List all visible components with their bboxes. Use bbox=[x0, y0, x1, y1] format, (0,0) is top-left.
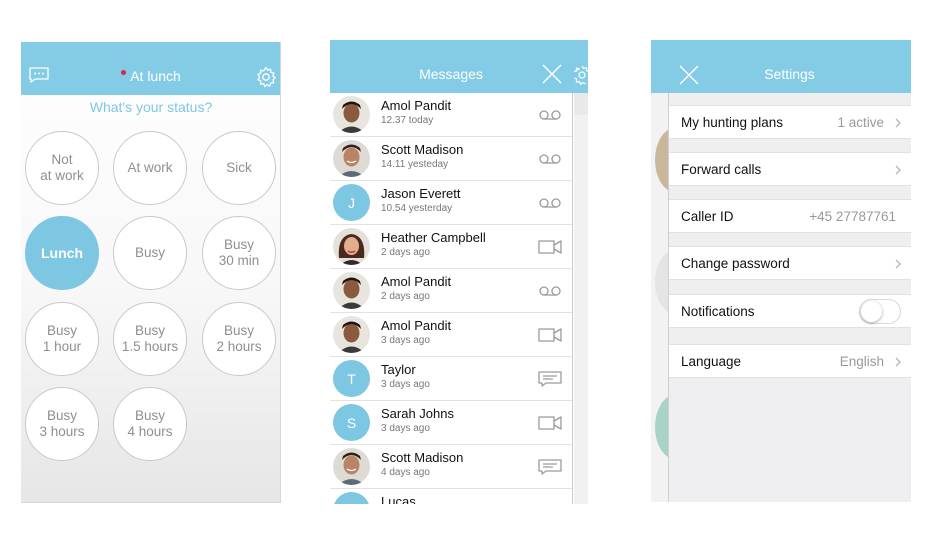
settings-row-notifications: Notifications bbox=[669, 294, 911, 328]
message-item[interactable]: Scott Madison 4 days ago bbox=[330, 445, 572, 489]
chevron-right-icon bbox=[895, 259, 901, 269]
status-option-busy[interactable]: Busy bbox=[113, 216, 187, 290]
message-sender: Amol Pandit bbox=[381, 274, 452, 289]
settings-row-caller-id[interactable]: Caller ID +45 27787761 bbox=[669, 199, 911, 233]
settings-row-forward-calls[interactable]: Forward calls bbox=[669, 152, 911, 186]
message-item[interactable]: Amol Pandit 12.37 today bbox=[330, 93, 572, 137]
messages-list: Amol Pandit 12.37 today Scott Madison 14… bbox=[330, 93, 573, 504]
settings-panel: My hunting plans 1 active Forward calls … bbox=[668, 93, 911, 502]
voicemail-icon bbox=[539, 110, 561, 120]
message-time: 3 days ago bbox=[381, 423, 430, 434]
message-icon bbox=[538, 371, 562, 387]
message-sender: Taylor bbox=[381, 362, 416, 377]
background-peek-bar bbox=[574, 93, 588, 115]
status-option-sick[interactable]: Sick bbox=[202, 131, 276, 205]
settings-label: Change password bbox=[681, 256, 790, 271]
messages-title: Messages bbox=[419, 66, 483, 82]
chevron-right-icon bbox=[895, 357, 901, 367]
settings-row-change-password[interactable]: Change password bbox=[669, 246, 911, 280]
message-item[interactable]: L Lucas bbox=[330, 489, 572, 504]
settings-label: Notifications bbox=[681, 304, 755, 319]
status-option-busy-4-hours[interactable]: Busy 4 hours bbox=[113, 387, 187, 461]
status-option-busy-3-hours[interactable]: Busy 3 hours bbox=[25, 387, 99, 461]
close-icon[interactable] bbox=[542, 64, 562, 84]
avatar: J bbox=[333, 184, 370, 221]
message-sender: Jason Everett bbox=[381, 186, 461, 201]
message-time: 2 days ago bbox=[381, 291, 430, 302]
message-sender: Amol Pandit bbox=[381, 98, 452, 113]
status-option-busy-2-hours[interactable]: Busy 2 hours bbox=[202, 302, 276, 376]
settings-label: Forward calls bbox=[681, 162, 762, 177]
status-dot bbox=[121, 70, 127, 75]
settings-screen: Settings My hunting plans 1 active Forwa… bbox=[651, 40, 911, 502]
status-title-text: At lunch bbox=[130, 68, 181, 84]
message-time: 2 days ago bbox=[381, 247, 430, 258]
message-time: 3 days ago bbox=[381, 335, 430, 346]
settings-row-hunting-plans[interactable]: My hunting plans 1 active bbox=[669, 105, 911, 139]
voicemail-icon bbox=[539, 198, 561, 208]
settings-topbar: Settings bbox=[651, 40, 911, 93]
message-sender: Scott Madison bbox=[381, 450, 464, 465]
avatar bbox=[333, 272, 370, 309]
status-title[interactable]: At lunch bbox=[21, 68, 280, 84]
message-item[interactable]: Amol Pandit 3 days ago bbox=[330, 313, 572, 357]
settings-label: Language bbox=[681, 354, 742, 369]
message-item[interactable]: Amol Pandit 2 days ago bbox=[330, 269, 572, 313]
notifications-toggle[interactable] bbox=[859, 299, 901, 324]
settings-value: 1 active bbox=[837, 115, 884, 130]
voicemail-icon bbox=[539, 286, 561, 296]
status-option-busy-30-min[interactable]: Busy 30 min bbox=[202, 216, 276, 290]
gear-icon bbox=[573, 65, 588, 85]
status-option-busy-1-hour[interactable]: Busy 1 hour bbox=[25, 302, 99, 376]
settings-value: English bbox=[839, 354, 884, 369]
settings-row-language[interactable]: Language English bbox=[669, 344, 911, 378]
message-time: 12.37 today bbox=[381, 115, 434, 126]
messages-topbar: Messages bbox=[330, 40, 588, 93]
status-option-at-work[interactable]: At work bbox=[113, 131, 187, 205]
settings-title: Settings bbox=[764, 66, 815, 82]
avatar: L bbox=[333, 492, 370, 504]
message-item[interactable]: Scott Madison 14.11 yesteday bbox=[330, 137, 572, 181]
settings-value: +45 27787761 bbox=[809, 209, 896, 224]
avatar: S bbox=[333, 404, 370, 441]
video-icon bbox=[538, 328, 562, 342]
message-item[interactable]: Heather Campbell 2 days ago bbox=[330, 225, 572, 269]
voicemail-icon bbox=[538, 503, 562, 504]
chevron-right-icon bbox=[895, 165, 901, 175]
toggle-knob bbox=[861, 301, 882, 322]
avatar bbox=[333, 140, 370, 177]
message-sender: Heather Campbell bbox=[381, 230, 486, 245]
status-question: What's your status? bbox=[89, 99, 213, 115]
status-option-not-at-work[interactable]: Not at work bbox=[25, 131, 99, 205]
avatar bbox=[333, 228, 370, 265]
messages-screen: Messages Amol Pandit 12.37 today Scott M… bbox=[330, 40, 588, 504]
message-time: 10.54 yesterday bbox=[381, 203, 453, 214]
gear-icon[interactable] bbox=[255, 66, 277, 88]
message-item[interactable]: J Jason Everett 10.54 yesterday bbox=[330, 181, 572, 225]
status-option-busy-1-5-hours[interactable]: Busy 1.5 hours bbox=[113, 302, 187, 376]
avatar bbox=[333, 448, 370, 485]
avatar: T bbox=[333, 360, 370, 397]
message-time: 4 days ago bbox=[381, 467, 430, 478]
message-sender: Lucas bbox=[381, 494, 416, 504]
message-sender: Amol Pandit bbox=[381, 318, 452, 333]
settings-label: Caller ID bbox=[681, 209, 734, 224]
voicemail-icon bbox=[539, 154, 561, 164]
status-option-lunch[interactable]: Lunch bbox=[25, 216, 99, 290]
settings-label: My hunting plans bbox=[681, 115, 784, 130]
avatar bbox=[333, 96, 370, 133]
status-topbar: At lunch bbox=[21, 42, 280, 95]
avatar bbox=[333, 316, 370, 353]
chevron-right-icon bbox=[895, 118, 901, 128]
status-screen: At lunch What's your status? Not at work… bbox=[21, 42, 281, 503]
video-icon bbox=[538, 416, 562, 430]
message-time: 14.11 yesteday bbox=[381, 159, 449, 170]
video-icon bbox=[538, 240, 562, 254]
message-item[interactable]: S Sarah Johns 3 days ago bbox=[330, 401, 572, 445]
message-time: 3 days ago bbox=[381, 379, 430, 390]
message-icon bbox=[538, 459, 562, 475]
message-sender: Scott Madison bbox=[381, 142, 464, 157]
message-item[interactable]: T Taylor 3 days ago bbox=[330, 357, 572, 401]
message-sender: Sarah Johns bbox=[381, 406, 454, 421]
